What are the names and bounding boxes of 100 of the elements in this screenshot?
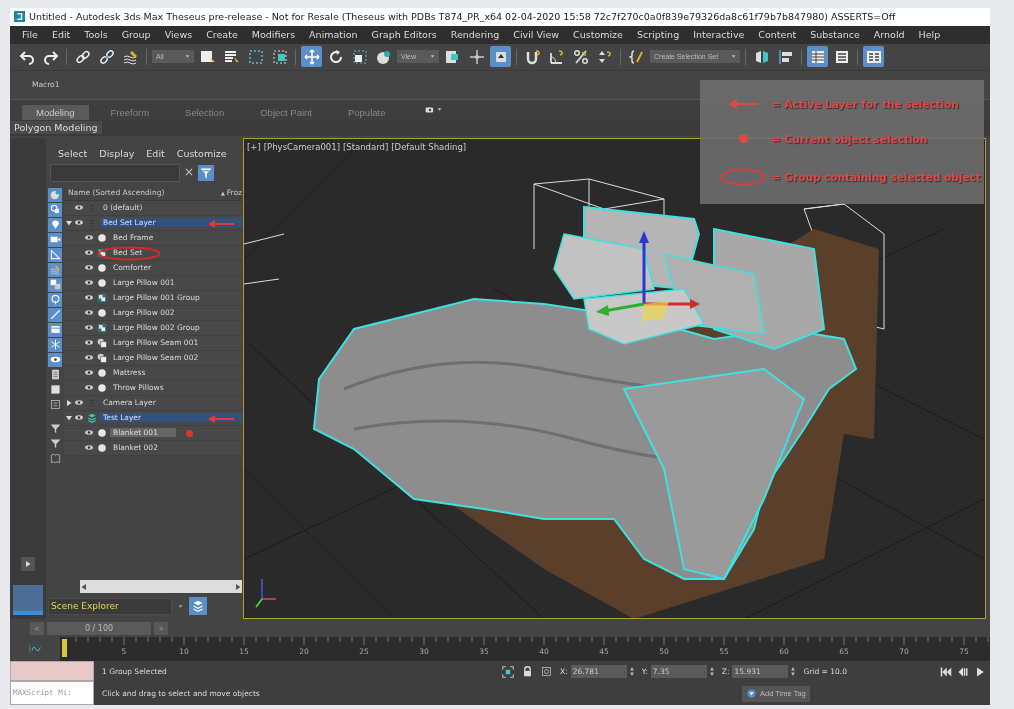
eye-icon[interactable]: [83, 428, 95, 438]
filter-toggle[interactable]: [48, 451, 62, 466]
spinner-arrows-icon[interactable]: [629, 667, 634, 677]
explorer-menu-item[interactable]: Select: [58, 147, 88, 159]
spinner-arrows-icon[interactable]: [709, 667, 714, 677]
squares-icon: [49, 279, 61, 291]
caret-icon: [430, 54, 435, 60]
layer-stack-icon: [87, 412, 97, 423]
eye-icon[interactable]: [83, 353, 95, 363]
menu-item[interactable]: File: [16, 29, 46, 41]
viewport-label[interactable]: [+]: [247, 141, 261, 152]
listener-output-field[interactable]: [10, 661, 94, 681]
toolbar-button[interactable]: [807, 46, 828, 68]
menu-item[interactable]: Content: [752, 29, 805, 41]
filter-toggle[interactable]: [48, 307, 62, 322]
frame-icon[interactable]: [502, 666, 514, 678]
eye-icon[interactable]: [73, 413, 85, 423]
eye-icon[interactable]: [83, 323, 95, 333]
horizontal-scrollbar[interactable]: [80, 580, 242, 594]
filter-toggle[interactable]: [48, 322, 62, 337]
eye-icon[interactable]: [83, 338, 95, 348]
menu-item[interactable]: Create: [200, 29, 246, 41]
menu-item[interactable]: Arnold: [867, 29, 913, 41]
menu-item[interactable]: Interactive: [687, 29, 753, 41]
ribbon-panel-title[interactable]: Polygon Modeling: [10, 121, 102, 135]
menu-item[interactable]: Graph Editors: [365, 29, 445, 41]
time-slider-key[interactable]: [62, 639, 67, 657]
search-field[interactable]: [50, 163, 180, 182]
menu-item[interactable]: Animation: [303, 29, 366, 41]
menu-item[interactable]: Modifiers: [245, 29, 304, 41]
filter-toggle[interactable]: [48, 382, 62, 397]
sphere-icon: [97, 427, 107, 438]
eye-icon[interactable]: [83, 233, 95, 243]
layer-explorer-button[interactable]: [189, 597, 207, 616]
sphere-icon: [49, 189, 61, 201]
filter-toggle[interactable]: [48, 202, 62, 217]
viewport-layout-tile[interactable]: [13, 585, 43, 616]
curve-icon[interactable]: [28, 643, 42, 655]
filter-toggle[interactable]: [48, 217, 62, 232]
lock-icon[interactable]: [522, 666, 533, 678]
mirror-icon: [753, 48, 770, 65]
filter-toggle[interactable]: [48, 397, 62, 412]
eye-icon[interactable]: [83, 368, 95, 378]
eye-icon[interactable]: [73, 398, 85, 408]
collapsed-arrow-icon[interactable]: [64, 398, 73, 407]
viewport-label[interactable]: [Standard]: [342, 141, 389, 152]
menu-item[interactable]: Civil View: [507, 29, 568, 41]
menu-item[interactable]: Rendering: [444, 29, 508, 41]
filter-toggle[interactable]: [48, 247, 62, 262]
toolbar-button[interactable]: [301, 46, 322, 68]
menu-item[interactable]: Views: [158, 29, 201, 41]
magnet-icon: [524, 48, 541, 65]
target-icon[interactable]: [541, 666, 552, 678]
viewport-label[interactable]: [Default Shading]: [391, 141, 467, 152]
expand-button[interactable]: [21, 557, 35, 572]
menu-item[interactable]: Substance: [804, 29, 868, 41]
eye-icon[interactable]: [83, 248, 95, 258]
filter-toggle[interactable]: [48, 187, 62, 202]
eye-icon[interactable]: [83, 383, 95, 393]
explorer-menu-item[interactable]: Customize: [176, 147, 227, 159]
filter-toggle[interactable]: [48, 337, 62, 352]
explorer-menu-item[interactable]: Display: [99, 147, 135, 159]
eye-icon[interactable]: [73, 218, 85, 228]
explorer-menu-item[interactable]: Edit: [146, 147, 165, 159]
pivot-icon: [444, 48, 461, 65]
menu-item[interactable]: Customize: [567, 29, 631, 41]
eye-icon[interactable]: [73, 203, 85, 213]
play-icon[interactable]: [974, 666, 986, 678]
menu-item[interactable]: Edit: [45, 29, 79, 41]
eye-icon[interactable]: [83, 308, 95, 318]
spinner-arrows-icon[interactable]: [791, 667, 796, 677]
filter-toggle[interactable]: [48, 352, 62, 367]
filter-toggle[interactable]: [48, 262, 62, 277]
sphere-icon: [97, 277, 107, 288]
filter-toggle[interactable]: [48, 277, 62, 292]
filter-toggle[interactable]: [48, 436, 62, 451]
filter-toggle[interactable]: [48, 232, 62, 247]
menu-item[interactable]: Group: [115, 29, 159, 41]
menu-item[interactable]: Help: [912, 29, 949, 41]
eye-icon[interactable]: [83, 278, 95, 288]
viewport-label[interactable]: [PhysCamera001]: [263, 141, 340, 152]
time-slider-thumb[interactable]: 0 / 100: [47, 621, 151, 635]
toolbar-button[interactable]: [863, 46, 884, 68]
overlapping-shapes-icon: [97, 352, 107, 363]
step-back-icon[interactable]: [957, 666, 969, 678]
toolbar-button[interactable]: [490, 46, 511, 68]
eye-icon[interactable]: [83, 443, 95, 453]
filter-toggle[interactable]: [48, 421, 62, 436]
eye-icon[interactable]: [83, 293, 95, 303]
expanded-arrow-icon[interactable]: [64, 218, 73, 227]
eye-icon[interactable]: [83, 263, 95, 273]
filter-button[interactable]: [198, 164, 214, 181]
filter-toggle[interactable]: [48, 292, 62, 307]
menu-item[interactable]: Tools: [78, 29, 116, 41]
caret-icon: [437, 107, 443, 113]
skip-back-icon[interactable]: [940, 666, 952, 678]
ribbon-tab[interactable]: Modeling: [22, 104, 89, 120]
expanded-arrow-icon[interactable]: [64, 413, 73, 422]
explorer-name-dropdown[interactable]: Scene Explorer: [48, 597, 172, 615]
menu-item[interactable]: Scripting: [630, 29, 688, 41]
